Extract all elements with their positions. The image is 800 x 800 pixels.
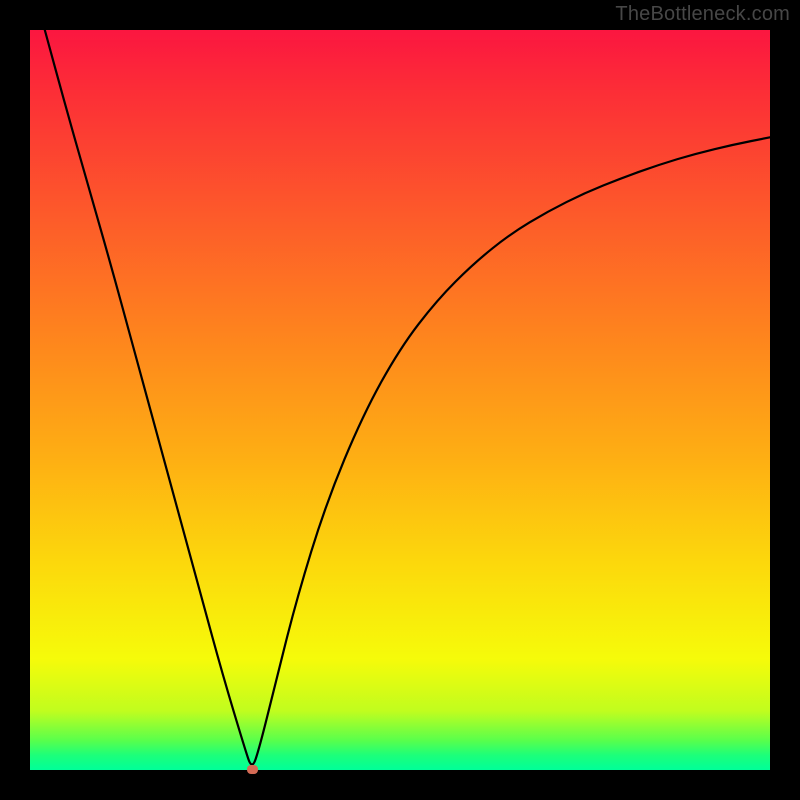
plot-area — [30, 30, 770, 770]
chart-container: TheBottleneck.com — [0, 0, 800, 800]
watermark-text: TheBottleneck.com — [615, 3, 790, 26]
bottleneck-curve — [30, 30, 770, 770]
